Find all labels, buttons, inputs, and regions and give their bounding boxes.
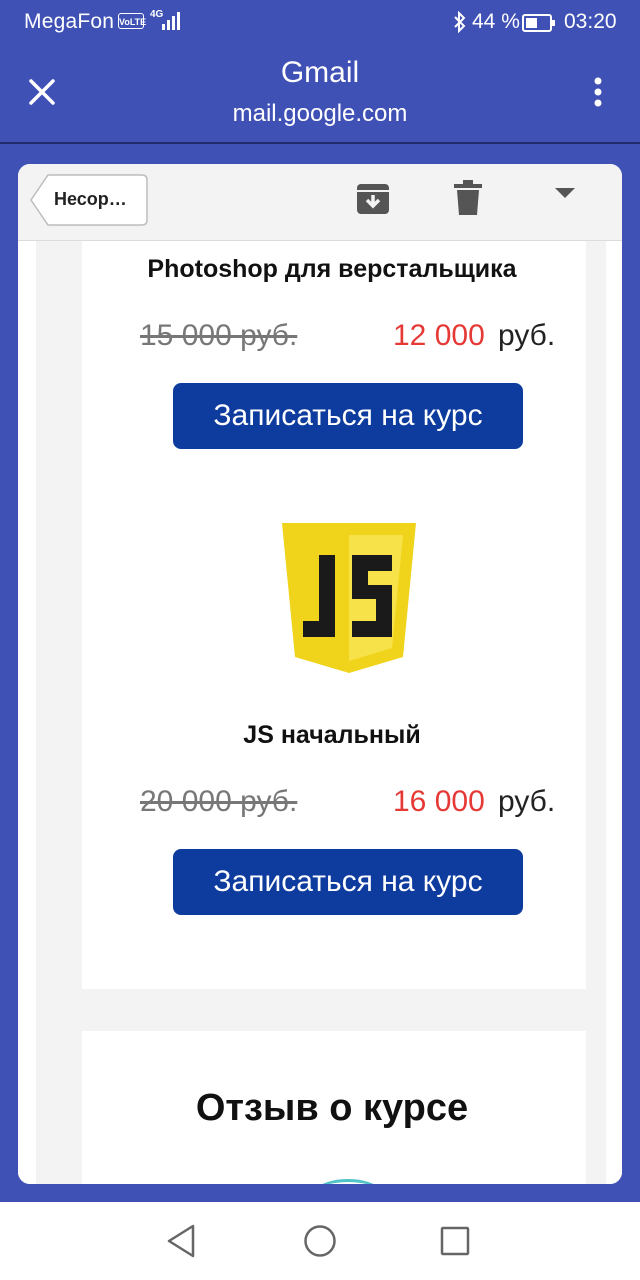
app-title: Gmail xyxy=(280,56,360,89)
body-margin-left xyxy=(36,241,82,1184)
more-vert-icon xyxy=(594,77,602,107)
app-bar: Gmail mail.google.com xyxy=(0,44,640,142)
email-toolbar: Несор… xyxy=(18,164,622,241)
course-title: JS начальный xyxy=(243,721,421,749)
delete-button[interactable] xyxy=(454,180,494,220)
dropdown-arrow-icon xyxy=(555,188,575,198)
home-icon[interactable] xyxy=(303,1224,337,1258)
archive-button[interactable] xyxy=(356,182,396,222)
status-bar: MegaFon VoLTE 4G 44 % 03:20 xyxy=(0,0,640,44)
enroll-button[interactable]: Записаться на курс xyxy=(173,849,523,915)
carrier-name: MegaFon xyxy=(24,10,115,33)
clock: 03:20 xyxy=(564,10,617,33)
body-margin-right xyxy=(586,241,606,1184)
review-block: Отзыв о курсе xyxy=(82,1031,586,1184)
courses-block: Photoshop для верстальщика 15 000 руб. 1… xyxy=(82,241,586,989)
review-title: Отзыв о курсе xyxy=(195,1087,469,1129)
avatar xyxy=(308,1179,388,1184)
battery-icon xyxy=(522,14,555,32)
old-price: 20 000 руб. xyxy=(140,785,298,818)
screen: MegaFon VoLTE 4G 44 % 03:20 Gmail mail.g… xyxy=(0,0,640,1280)
enroll-button[interactable]: Записаться на курс xyxy=(173,383,523,449)
email-card: Несор… Photoshop для верстальщика 15 000… xyxy=(18,164,622,1184)
course-title: Photoshop для верстальщика xyxy=(147,255,517,283)
old-price: 15 000 руб. xyxy=(140,319,298,352)
section-gap xyxy=(82,989,586,1031)
new-price: 12 000 xyxy=(393,319,485,352)
delete-icon xyxy=(454,180,482,215)
back-icon[interactable] xyxy=(166,1224,196,1258)
bluetooth-icon xyxy=(454,11,466,33)
js-logo-icon xyxy=(282,523,416,673)
label-chip[interactable]: Несор… xyxy=(30,174,148,226)
dropdown-button[interactable] xyxy=(554,186,584,216)
volte-badge: VoLTE xyxy=(118,13,146,29)
email-body: Photoshop для верстальщика 15 000 руб. 1… xyxy=(18,241,622,1184)
app-url: mail.google.com xyxy=(232,100,408,127)
battery-percent: 44 % xyxy=(472,10,520,33)
new-price: 16 000 xyxy=(393,785,485,818)
label-text: Несор… xyxy=(54,189,127,209)
app-bar-divider xyxy=(0,142,640,144)
price-currency: руб. xyxy=(498,785,556,818)
price-currency: руб. xyxy=(498,319,556,352)
more-options-button[interactable] xyxy=(578,70,618,114)
archive-icon xyxy=(357,184,389,214)
signal-icon xyxy=(162,12,180,30)
recents-icon[interactable] xyxy=(440,1226,470,1256)
system-nav-bar xyxy=(0,1202,640,1280)
